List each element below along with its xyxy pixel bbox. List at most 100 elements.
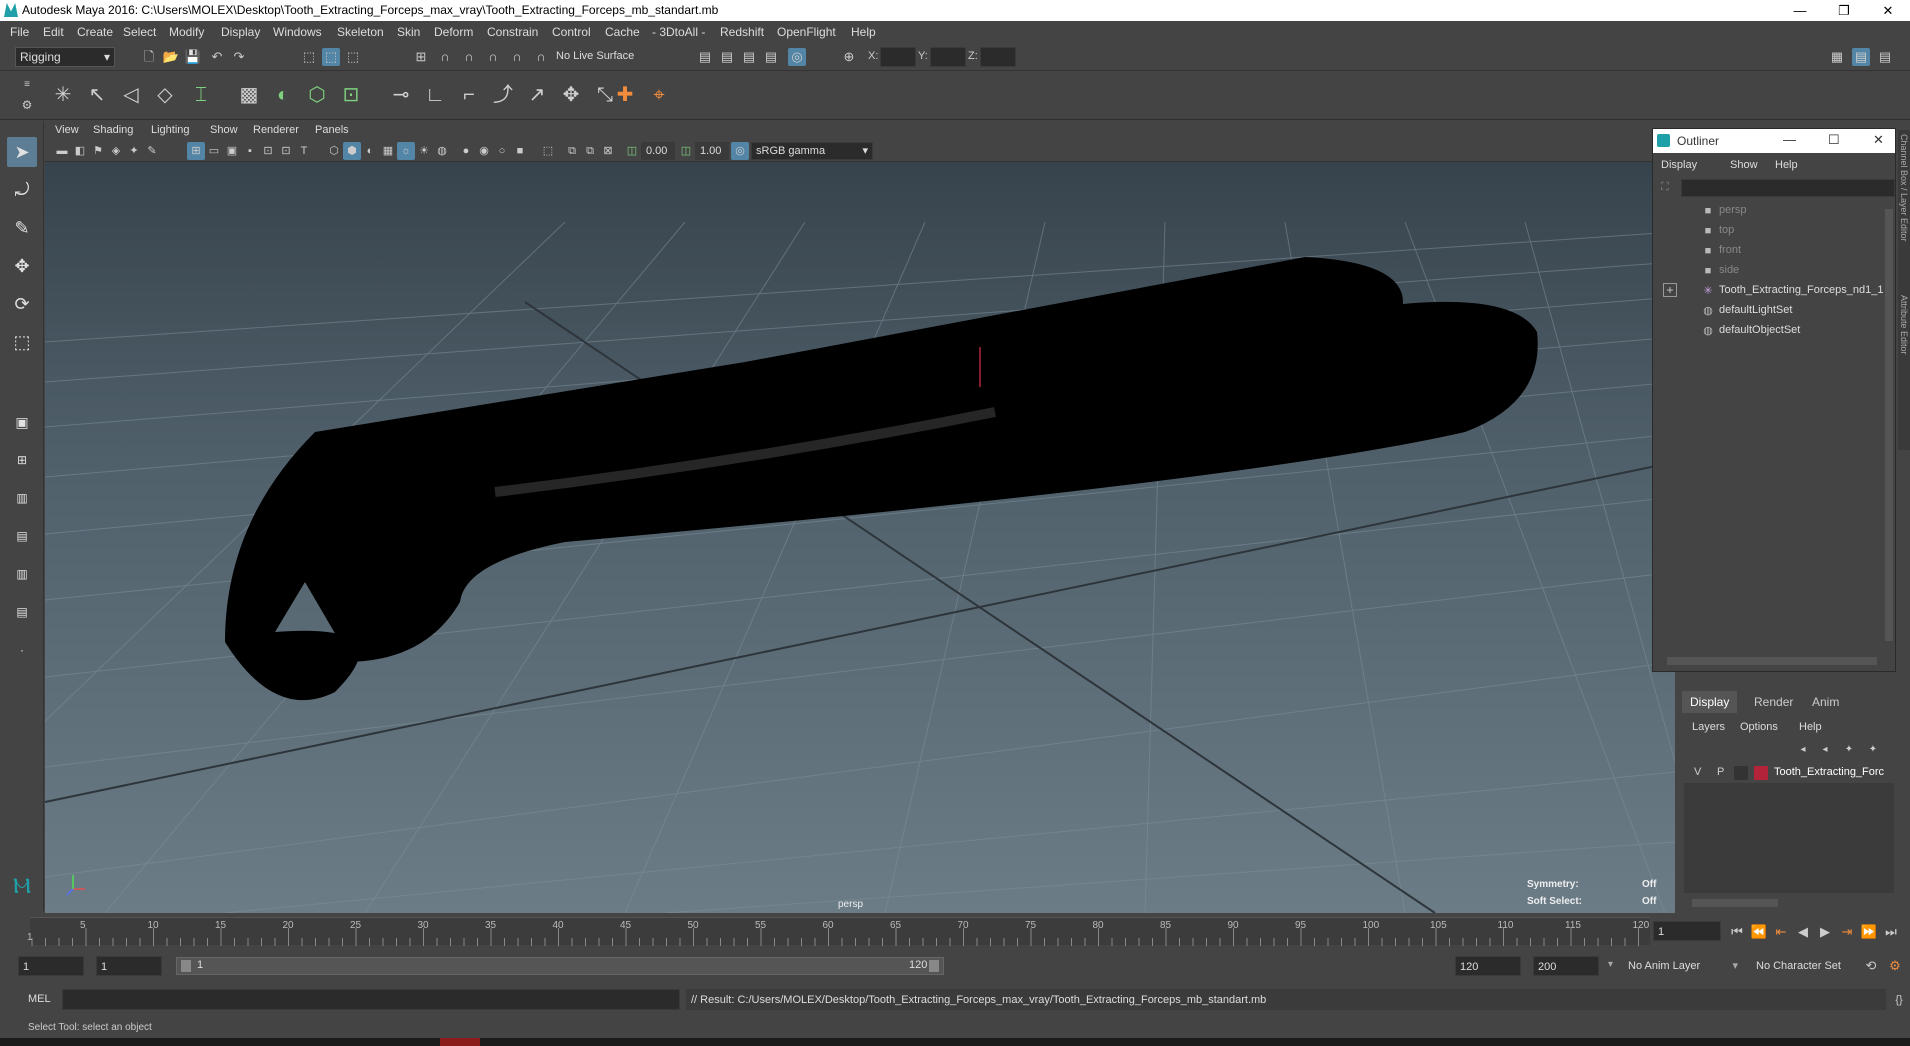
menu-control[interactable]: Control: [552, 25, 591, 39]
snap-grid-icon[interactable]: ⊞: [412, 48, 430, 66]
channel-box-tab[interactable]: Channel Box / Layer Editor: [1899, 134, 1909, 242]
select-tool-icon[interactable]: ➤: [7, 137, 37, 167]
layer-tab-display[interactable]: Display: [1682, 691, 1738, 713]
layer-name[interactable]: Tooth_Extracting_Forc: [1774, 766, 1884, 778]
exposure-input[interactable]: 0.00: [641, 142, 675, 160]
two-d-pan-zoom-icon[interactable]: ✦: [125, 142, 143, 160]
layer-row[interactable]: V P Tooth_Extracting_Forc: [1684, 763, 1894, 783]
panel-menu-renderer[interactable]: Renderer: [253, 124, 299, 136]
ik-spline-icon[interactable]: ◇: [150, 80, 180, 110]
outliner-menu-help[interactable]: Help: [1775, 159, 1798, 171]
auto-key-icon[interactable]: ⟲: [1862, 957, 1880, 975]
snap-view-plane-icon[interactable]: ∩: [484, 48, 502, 66]
backface-cull-icon[interactable]: ⊠: [599, 142, 617, 160]
step-forward-frame-icon[interactable]: ⏩: [1860, 923, 1878, 941]
depth-of-field-icon[interactable]: ○: [493, 142, 511, 160]
cluster-icon[interactable]: ◐: [268, 80, 298, 110]
isolate-select-icon[interactable]: ■: [511, 142, 529, 160]
outliner-vertical-scrollbar[interactable]: [1885, 209, 1893, 641]
shelf-menu-icon[interactable]: ≡: [18, 76, 36, 94]
field-chart-icon[interactable]: ⊡: [259, 142, 277, 160]
play-forwards-icon[interactable]: ▶: [1816, 923, 1834, 941]
panel-menu-lighting[interactable]: Lighting: [151, 124, 190, 136]
xray-icon[interactable]: ⬚: [539, 142, 557, 160]
menu-select[interactable]: Select: [123, 25, 156, 39]
outliner-filter-icon[interactable]: ⛶: [1661, 181, 1669, 194]
move-layer-up-icon[interactable]: ◂: [1794, 741, 1812, 759]
hypershade-icon[interactable]: ◎: [788, 48, 806, 66]
render-settings-icon[interactable]: ▤: [762, 48, 780, 66]
panel-menu-view[interactable]: View: [55, 124, 79, 136]
perspective-viewport[interactable]: persp Symmetry: Off Soft Select: Off: [45, 162, 1675, 913]
move-layer-down-icon[interactable]: ◂: [1816, 741, 1834, 759]
outliner-close-button[interactable]: ✕: [1873, 132, 1884, 148]
outliner-titlebar[interactable]: Outliner — ☐ ✕: [1653, 129, 1895, 153]
undo-icon[interactable]: ↶: [208, 48, 226, 66]
outliner-search-input[interactable]: [1681, 179, 1895, 197]
render-frame-icon[interactable]: ▤: [718, 48, 736, 66]
playback-end-input[interactable]: 120: [1455, 956, 1521, 976]
outliner-layout-icon[interactable]: ▤: [7, 597, 37, 627]
panel-menu-show[interactable]: Show: [210, 124, 238, 136]
outliner-item-persp[interactable]: ■ persp: [1653, 201, 1883, 221]
outliner-item-forceps-group[interactable]: + ✳ Tooth_Extracting_Forceps_nd1_1: [1653, 281, 1884, 301]
panel-menu-shading[interactable]: Shading: [93, 124, 133, 136]
snap-point-icon[interactable]: ∩: [460, 48, 478, 66]
outliner-menu-show[interactable]: Show: [1730, 159, 1758, 171]
modeling-toolkit-icon[interactable]: ▦: [1828, 48, 1846, 66]
camera-attributes-icon[interactable]: ◧: [71, 142, 89, 160]
restore-button[interactable]: ❐: [1822, 0, 1866, 21]
menu-modify[interactable]: Modify: [169, 25, 204, 39]
menu-redshift[interactable]: Redshift: [720, 25, 764, 39]
select-object-icon[interactable]: ⬚: [322, 48, 340, 66]
anim-preferences-icon[interactable]: ⚙: [1886, 957, 1904, 975]
safe-action-icon[interactable]: ⊡: [277, 142, 295, 160]
outliner-maximize-button[interactable]: ☐: [1828, 132, 1840, 148]
xray-joints-icon[interactable]: ⧉: [563, 142, 581, 160]
scale-constraint-icon[interactable]: ↗: [522, 80, 552, 110]
bind-skin-icon[interactable]: ⌶: [186, 80, 216, 110]
taskbar-active-app[interactable]: [440, 1038, 480, 1046]
sculpt-deformer-icon[interactable]: ⊡: [336, 80, 366, 110]
open-scene-icon[interactable]: 📂: [162, 48, 180, 66]
shadows-icon[interactable]: ☀: [415, 142, 433, 160]
orient-constraint-icon[interactable]: ⌐: [454, 80, 484, 110]
four-view-layout-icon[interactable]: ⊞: [7, 445, 37, 475]
outliner-item-side[interactable]: ■ side: [1653, 261, 1883, 281]
range-bar[interactable]: 1 120: [176, 957, 944, 975]
new-layer-icon[interactable]: ✦: [1840, 741, 1858, 759]
range-end-handle[interactable]: [929, 960, 939, 972]
animation-end-input[interactable]: 200: [1533, 956, 1599, 976]
x-input[interactable]: [880, 47, 916, 67]
go-to-end-icon[interactable]: ⏭: [1882, 923, 1900, 941]
shelf-gear-icon[interactable]: ⚙: [18, 96, 36, 114]
layer-menu-options[interactable]: Options: [1740, 721, 1778, 733]
joint-tool-icon[interactable]: ✳: [48, 80, 78, 110]
locator-icon[interactable]: ✚: [610, 80, 640, 110]
exposure-icon[interactable]: ◫: [623, 142, 641, 160]
menu-skeleton[interactable]: Skeleton: [337, 25, 384, 39]
layer-menu-help[interactable]: Help: [1799, 721, 1822, 733]
ipr-render-icon[interactable]: ▤: [740, 48, 758, 66]
motion-blur-icon[interactable]: ●: [457, 142, 475, 160]
bookmark-icon[interactable]: ⚑: [89, 142, 107, 160]
character-set-dropdown[interactable]: No Character Set: [1750, 956, 1868, 976]
single-perspective-layout-icon[interactable]: ▣: [7, 407, 37, 437]
current-frame-input[interactable]: 1: [1653, 921, 1721, 941]
xray-components-icon[interactable]: ⧉: [581, 142, 599, 160]
color-management-icon[interactable]: ◎: [731, 142, 749, 160]
scale-tool-icon[interactable]: ⬚: [7, 327, 37, 357]
render-view-icon[interactable]: ▤: [696, 48, 714, 66]
select-hierarchy-icon[interactable]: ⬚: [300, 48, 318, 66]
snap-surface-icon[interactable]: ∩: [508, 48, 526, 66]
snap-curve-icon[interactable]: ∩: [436, 48, 454, 66]
select-camera-icon[interactable]: ▬: [53, 142, 71, 160]
script-editor-icon[interactable]: {}: [1890, 991, 1908, 1009]
layer-visibility-toggle[interactable]: V: [1694, 766, 1701, 778]
y-input[interactable]: [930, 47, 966, 67]
safe-title-icon[interactable]: T: [295, 142, 313, 160]
layer-scrollbar[interactable]: [1692, 899, 1778, 907]
z-input[interactable]: [980, 47, 1016, 67]
layer-tab-anim[interactable]: Anim: [1804, 691, 1847, 713]
outliner-minimize-button[interactable]: —: [1783, 132, 1796, 147]
